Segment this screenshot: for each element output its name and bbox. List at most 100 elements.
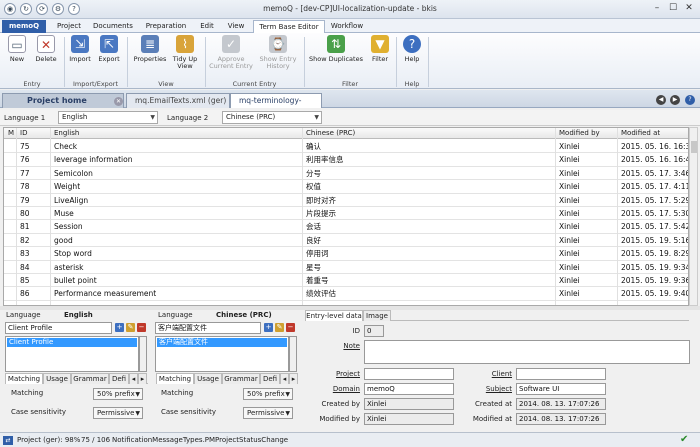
- column-header-english[interactable]: English: [54, 129, 79, 138]
- term-left-input[interactable]: Client Profile: [5, 322, 112, 334]
- tab-definition[interactable]: Defi: [109, 373, 129, 384]
- table-row[interactable]: 80 Muse 片段提示 Xinlei 2015. 05. 17. 5:30: [4, 207, 689, 221]
- term-right-input[interactable]: 客户端配置文件: [155, 322, 261, 334]
- tab-matching[interactable]: Matching: [5, 373, 43, 384]
- tab-terminology-offline[interactable]: mq-terminology-offline: [230, 93, 322, 119]
- entry-client-field[interactable]: [516, 368, 606, 380]
- next-tab-icon[interactable]: ▶: [670, 95, 680, 105]
- scrollbar-thumb[interactable]: [691, 141, 697, 153]
- grid-scrollbar[interactable]: [689, 127, 698, 306]
- tidy-up-view-button[interactable]: ⌇ Tidy Up View: [170, 35, 200, 70]
- close-button[interactable]: ✕: [682, 3, 696, 15]
- term-left-matching-select[interactable]: 50% prefix ▼: [93, 388, 143, 400]
- entry-project-field[interactable]: [364, 368, 454, 380]
- column-header-modified-at[interactable]: Modified at: [621, 129, 660, 138]
- menu-term-base-editor[interactable]: Term Base Editor: [253, 20, 325, 33]
- tab-scroll-left-icon[interactable]: ◂: [280, 373, 289, 384]
- table-row[interactable]: 79 LiveAlign 即时对齐 Xinlei 2015. 05. 17. 5:29: [4, 194, 688, 207]
- tab-definition[interactable]: Defi: [260, 373, 280, 384]
- column-header-modified-by[interactable]: Modified by: [559, 129, 600, 138]
- tab-scroll-right-icon[interactable]: ▸: [289, 373, 298, 384]
- approve-current-entry-button[interactable]: ✓ Approve Current Entry: [208, 35, 254, 70]
- column-header-m[interactable]: M: [8, 129, 14, 138]
- entry-created-at-label: Created at: [475, 400, 512, 408]
- column-header-id[interactable]: ID: [20, 129, 27, 138]
- table-row[interactable]: 86 Performance measurement 绩效评估 Xinlei 2015.…: [4, 287, 688, 301]
- remove-term-icon[interactable]: −: [137, 323, 146, 332]
- tab-matching[interactable]: Matching: [156, 373, 194, 384]
- table-row[interactable]: 76 leverage information 利用率信息 Xinlei 2015. 0…: [4, 153, 688, 167]
- tab-scroll-left-icon[interactable]: ◂: [129, 373, 138, 384]
- group-entry-label: Entry: [23, 80, 41, 88]
- new-button[interactable]: ▭ New: [6, 35, 28, 63]
- table-row[interactable]: 75 Check 确认 Xinlei 2015. 05. 16. 16:38: [4, 140, 688, 154]
- list-item[interactable]: 客户端配置文件: [157, 338, 287, 347]
- import-icon: ⇲: [71, 35, 89, 53]
- column-header-chinese[interactable]: Chinese (PRC): [306, 129, 355, 138]
- language-1-select[interactable]: English ▼: [58, 111, 158, 124]
- table-row[interactable]: 81 Session 会话 Xinlei 2015. 05. 17. 5:42: [4, 220, 688, 234]
- app-menu-button[interactable]: memoQ: [2, 20, 46, 33]
- cell-chinese: 权值: [306, 182, 321, 192]
- remove-term-icon[interactable]: −: [286, 323, 295, 332]
- term-right-list[interactable]: 客户端配置文件: [155, 336, 289, 372]
- term-grid[interactable]: M ID English Chinese (PRC) Modified by M…: [3, 127, 689, 306]
- menu-preparation[interactable]: Preparation: [140, 20, 192, 33]
- tidy-up-view-label: Tidy Up View: [172, 55, 198, 70]
- menu-edit[interactable]: Edit: [196, 20, 218, 33]
- table-row[interactable]: 85 bullet point 着重号 Xinlei 2015. 05. 19. 9:3…: [4, 274, 688, 288]
- language-2-select[interactable]: Chinese (PRC) ▼: [222, 111, 322, 124]
- delete-button[interactable]: ✕ Delete: [32, 35, 60, 63]
- menu-workflow[interactable]: Workflow: [327, 20, 367, 33]
- menu-documents[interactable]: Documents: [90, 20, 136, 33]
- tab-close-icon[interactable]: ✕: [114, 97, 123, 106]
- maximize-button[interactable]: ☐: [666, 3, 680, 15]
- cell-modified-at: 2015. 05. 17. 5:30: [621, 209, 689, 218]
- show-duplicates-button[interactable]: ⇅ Show Duplicates: [307, 35, 365, 63]
- previous-tab-icon[interactable]: ◀: [656, 95, 666, 105]
- table-row[interactable]: 82 good 良好 Xinlei 2015. 05. 19. 5:16: [4, 234, 688, 248]
- edit-term-icon[interactable]: ✎: [275, 323, 284, 332]
- tab-email-texts[interactable]: mq.EmailTexts.xml (ger): [126, 93, 230, 108]
- show-entry-history-button[interactable]: ⌚ Show Entry History: [256, 35, 300, 70]
- term-right-list-scrollbar[interactable]: [289, 336, 297, 372]
- entry-subject-label: Subject: [485, 385, 512, 393]
- entry-created-by-label: Created by: [321, 400, 360, 408]
- term-left-list-scrollbar[interactable]: [139, 336, 147, 372]
- properties-button[interactable]: ≣ Properties: [132, 35, 168, 63]
- filter-button[interactable]: ▼ Filter: [368, 35, 392, 63]
- term-right-matching-select[interactable]: 50% prefix ▼: [243, 388, 293, 400]
- tab-image[interactable]: Image: [363, 310, 391, 321]
- tab-entry-level-data[interactable]: Entry-level data: [305, 310, 363, 321]
- term-left-case-select[interactable]: Permissive ▼: [93, 407, 143, 419]
- entry-domain-field[interactable]: memoQ: [364, 383, 454, 395]
- sync-status-icon[interactable]: ⇄: [3, 436, 13, 445]
- entry-client-label: Client: [491, 370, 512, 378]
- table-row[interactable]: 77 Semicolon 分号 Xinlei 2015. 05. 17. 3:46: [4, 167, 688, 181]
- tab-usage[interactable]: Usage: [43, 373, 71, 384]
- tab-project-home[interactable]: Project home ✕: [2, 93, 124, 108]
- add-term-icon[interactable]: +: [115, 323, 124, 332]
- term-right-case-select[interactable]: Permissive ▼: [243, 407, 293, 419]
- export-button[interactable]: ⇱ Export: [96, 35, 122, 63]
- menu-view[interactable]: View: [224, 20, 248, 33]
- term-left-list[interactable]: Client Profile: [5, 336, 139, 372]
- table-row[interactable]: 83 Stop word 停用词 Xinlei 2015. 05. 19. 8:29: [4, 247, 688, 261]
- minimize-button[interactable]: –: [650, 3, 664, 15]
- tab-grammar[interactable]: Grammar: [222, 373, 260, 384]
- table-row[interactable]: 78 Weight 权值 Xinlei 2015. 05. 17. 4:11: [4, 180, 688, 194]
- entry-note-field[interactable]: [364, 340, 690, 364]
- add-term-icon[interactable]: +: [264, 323, 273, 332]
- help-button[interactable]: ? Help: [400, 35, 424, 63]
- tab-usage[interactable]: Usage: [194, 373, 222, 384]
- menu-project[interactable]: Project: [52, 20, 86, 33]
- tab-grammar[interactable]: Grammar: [71, 373, 109, 384]
- import-button[interactable]: ⇲ Import: [68, 35, 92, 63]
- history-icon: ⌚: [269, 35, 287, 53]
- help-globe-icon[interactable]: ?: [685, 95, 695, 105]
- table-row[interactable]: 84 asterisk 星号 Xinlei 2015. 05. 19. 9:34: [4, 261, 688, 274]
- list-item[interactable]: Client Profile: [7, 338, 137, 347]
- edit-term-icon[interactable]: ✎: [126, 323, 135, 332]
- tab-scroll-right-icon[interactable]: ▸: [138, 373, 147, 384]
- entry-subject-field[interactable]: Software UI: [516, 383, 606, 395]
